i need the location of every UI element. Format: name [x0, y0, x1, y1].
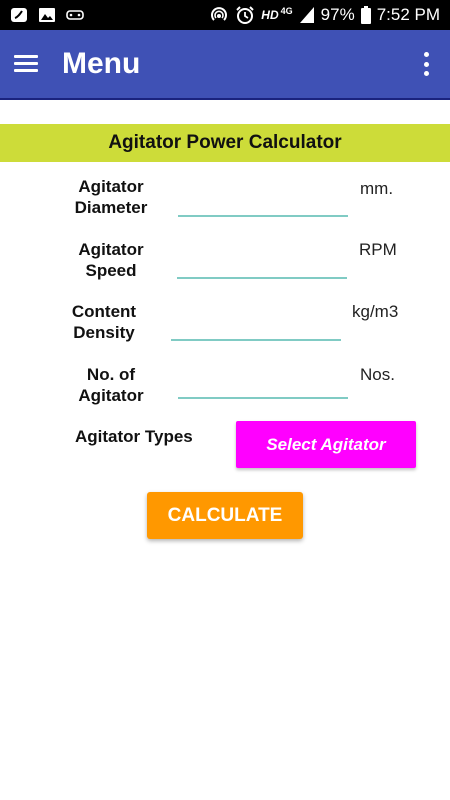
diameter-input[interactable] — [178, 179, 348, 215]
battery-icon — [360, 6, 371, 24]
saavn-icon — [11, 8, 27, 22]
signal-icon — [299, 7, 314, 23]
battery-percent: 97% — [320, 5, 355, 24]
count-input[interactable] — [178, 361, 348, 397]
agitator-types-label: Agitator Types — [75, 427, 193, 446]
game-controller-icon — [66, 10, 84, 20]
calculate-button[interactable]: CALCULATE — [147, 492, 303, 539]
diameter-label: Agitator Diameter — [74, 177, 148, 217]
density-label: Content Density — [71, 302, 137, 342]
speed-row: Agitator Speed RPM — [0, 239, 450, 289]
system-status: HD 4G 97% 7:52 PM — [209, 5, 450, 25]
diameter-row: Agitator Diameter mm. — [0, 176, 450, 226]
count-unit: Nos. — [360, 365, 395, 384]
density-unit: kg/m3 — [352, 302, 399, 321]
count-field[interactable] — [178, 361, 348, 399]
gallery-icon — [39, 8, 55, 22]
count-label: No. of Agitator — [78, 365, 144, 405]
density-field[interactable] — [171, 303, 341, 341]
app-bar: Menu — [0, 30, 450, 100]
density-row: Content Density kg/m3 — [0, 301, 450, 351]
calculator-heading: Agitator Power Calculator — [0, 124, 450, 162]
hd-indicator: HD — [261, 8, 279, 22]
clock: 7:52 PM — [376, 5, 440, 24]
notification-icons — [0, 7, 84, 23]
speed-label: Agitator Speed — [78, 240, 144, 280]
status-bar: HD 4G 97% 7:52 PM — [0, 0, 450, 30]
app-title: Menu — [62, 47, 141, 80]
diameter-field[interactable] — [178, 179, 348, 217]
speed-unit: RPM — [359, 240, 397, 259]
speed-input[interactable] — [177, 241, 347, 277]
network-type: 4G — [280, 6, 293, 16]
diameter-unit: mm. — [360, 179, 394, 198]
density-input[interactable] — [171, 303, 341, 339]
hotspot-icon — [211, 7, 228, 21]
speed-field[interactable] — [177, 241, 347, 279]
overflow-menu-icon[interactable] — [424, 52, 430, 76]
menu-icon[interactable] — [14, 55, 38, 73]
alarm-icon — [236, 6, 255, 24]
select-agitator-button[interactable]: Select Agitator — [236, 421, 416, 468]
count-row: No. of Agitator Nos. — [0, 361, 450, 414]
